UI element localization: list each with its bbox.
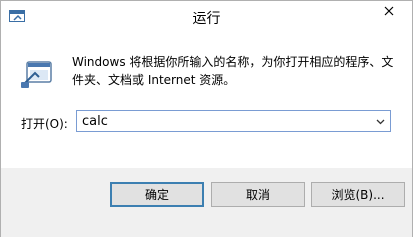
dialog-content: Windows 将根据你所输入的名称，为你打开相应的程序、文件夹、文档或 Int…	[9, 31, 404, 168]
title-bar[interactable]: 运行	[1, 1, 412, 31]
window-title: 运行	[192, 11, 221, 27]
chevron-down-icon	[376, 114, 385, 128]
browse-button[interactable]: 浏览(B)...	[311, 182, 405, 207]
cancel-button[interactable]: 取消	[211, 182, 305, 207]
open-input[interactable]: calc	[82, 114, 108, 129]
run-dialog: 运行 Windows 将根据你所输入的名称，为你打开相应的程序、文件夹、文档或 …	[0, 0, 413, 237]
dropdown-arrow-button[interactable]	[372, 111, 388, 131]
close-button[interactable]	[372, 2, 406, 22]
run-icon	[21, 59, 55, 89]
open-combobox[interactable]: calc	[76, 110, 391, 132]
ok-button[interactable]: 确定	[110, 182, 204, 207]
dialog-description: Windows 将根据你所输入的名称，为你打开相应的程序、文件夹、文档或 Int…	[72, 55, 394, 87]
close-icon	[384, 5, 394, 19]
button-bar: 确定 取消 浏览(B)...	[1, 168, 412, 237]
open-label: 打开(O):	[21, 117, 68, 131]
